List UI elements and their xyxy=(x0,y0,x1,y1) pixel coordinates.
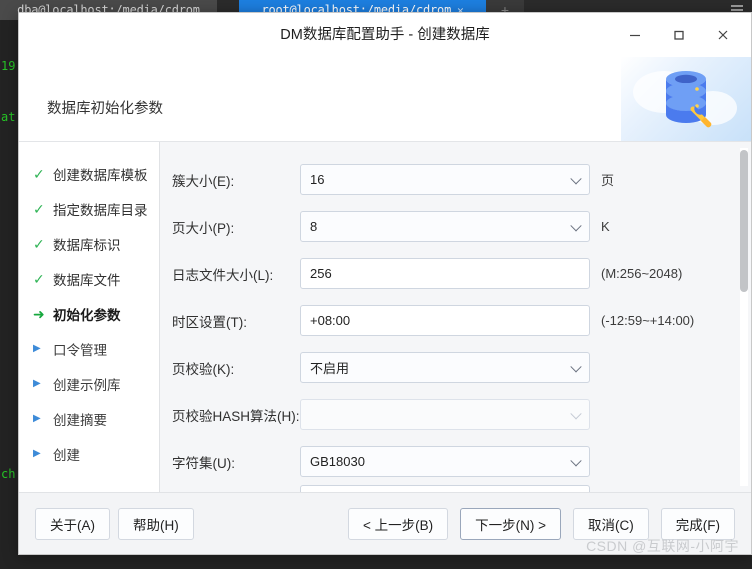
sidebar-item-database-files[interactable]: ✓ 数据库文件 xyxy=(19,261,159,296)
label-page-check: 页校验(K): xyxy=(172,361,235,377)
dialog-content: ✓ 创建数据库模板 ✓ 指定数据库目录 ✓ 数据库标识 ✓ 数据库文件 ➜ 初始… xyxy=(19,141,751,492)
triangle-right-icon: ▶ xyxy=(33,342,41,354)
field-row-charset: 字符集(U): GB18030 xyxy=(160,438,737,485)
header-artwork xyxy=(621,57,751,141)
label-cluster-size: 簇大小(E): xyxy=(172,173,235,189)
label-charset: 字符集(U): xyxy=(172,455,235,471)
about-button[interactable]: 关于(A) xyxy=(35,507,110,540)
scrollbar-thumb[interactable] xyxy=(740,150,748,292)
arrow-right-icon: ➜ xyxy=(33,305,45,322)
sidebar-item-create[interactable]: ▶ 创建 xyxy=(19,436,159,471)
field-row-page-check: 页校验(K): 不启用 xyxy=(160,344,737,391)
page-title: 数据库初始化参数 xyxy=(47,101,163,117)
maximize-icon[interactable] xyxy=(657,17,701,53)
init-params-form: 簇大小(E): 16 页 页大小(P): 8 K 日志文件大小(L): 256 … xyxy=(160,142,751,492)
unit-page-size: K xyxy=(601,219,610,234)
page-check-combo[interactable]: 不启用 xyxy=(300,352,590,383)
field-row-page-size: 页大小(P): 8 K xyxy=(160,203,737,250)
field-row-partial-next xyxy=(160,485,737,492)
sidebar-item-password-management[interactable]: ▶ 口令管理 xyxy=(19,331,159,366)
label-page-check-hash: 页校验HASH算法(H): xyxy=(172,408,300,424)
timezone-value: +08:00 xyxy=(310,313,351,328)
label-timezone: 时区设置(T): xyxy=(172,314,247,330)
check-icon: ✓ xyxy=(33,200,45,217)
window-controls xyxy=(613,13,751,57)
label-log-file-size: 日志文件大小(L): xyxy=(172,267,274,283)
next-button[interactable]: 下一步(N) > xyxy=(460,507,561,540)
sidebar-item-label: 创建摘要 xyxy=(53,412,107,428)
page-check-hash-combo[interactable] xyxy=(300,399,590,430)
sidebar-item-label: 创建数据库模板 xyxy=(53,167,148,183)
unit-log-file-size: (M:256~2048) xyxy=(601,266,683,281)
cluster-size-combo[interactable]: 16 xyxy=(300,164,590,195)
finish-button[interactable]: 完成(F) xyxy=(660,507,735,540)
sidebar-item-create-summary[interactable]: ▶ 创建摘要 xyxy=(19,401,159,436)
sidebar-item-create-template[interactable]: ✓ 创建数据库模板 xyxy=(19,156,159,191)
help-button[interactable]: 帮助(H) xyxy=(118,507,194,540)
page-size-combo[interactable]: 8 xyxy=(300,211,590,242)
field-row-timezone: 时区设置(T): +08:00 (-12:59~+14:00) xyxy=(160,297,737,344)
timezone-input[interactable]: +08:00 xyxy=(300,305,590,336)
partial-next-input[interactable] xyxy=(300,485,590,492)
field-row-log-file-size: 日志文件大小(L): 256 (M:256~2048) xyxy=(160,250,737,297)
sidebar-item-label: 数据库文件 xyxy=(53,272,121,288)
sidebar-item-label: 初始化参数 xyxy=(53,307,121,323)
check-icon: ✓ xyxy=(33,270,45,287)
form-scroll-region: 簇大小(E): 16 页 页大小(P): 8 K 日志文件大小(L): 256 … xyxy=(160,142,737,492)
check-icon: ✓ xyxy=(33,165,45,182)
check-icon: ✓ xyxy=(33,235,45,252)
close-icon[interactable] xyxy=(701,17,745,53)
triangle-right-icon: ▶ xyxy=(33,447,41,459)
sidebar-item-label: 数据库标识 xyxy=(53,237,121,253)
cancel-button[interactable]: 取消(C) xyxy=(573,507,649,540)
chevron-down-icon xyxy=(570,360,582,372)
charset-value: GB18030 xyxy=(310,454,365,469)
sidebar-item-label: 创建 xyxy=(53,447,80,463)
sidebar-item-init-params[interactable]: ➜ 初始化参数 xyxy=(19,296,159,331)
triangle-right-icon: ▶ xyxy=(33,377,41,389)
sidebar-item-label: 口令管理 xyxy=(53,342,107,358)
log-file-size-input[interactable]: 256 xyxy=(300,258,590,289)
hamburger-bar-1 xyxy=(731,5,743,7)
chevron-down-icon xyxy=(570,219,582,231)
dialog-footer: 关于(A) 帮助(H) < 上一步(B) 下一步(N) > 取消(C) 完成(F… xyxy=(19,492,751,554)
unit-cluster-size: 页 xyxy=(601,173,615,188)
footer-right-buttons: < 上一步(B) 下一步(N) > 取消(C) 完成(F) xyxy=(347,507,735,540)
sidebar-item-database-identity[interactable]: ✓ 数据库标识 xyxy=(19,226,159,261)
field-row-page-check-hash: 页校验HASH算法(H): xyxy=(160,391,737,438)
dialog-titlebar[interactable]: DM数据库配置助手 - 创建数据库 xyxy=(19,13,751,57)
page-size-value: 8 xyxy=(310,219,318,234)
sidebar-item-create-sample-db[interactable]: ▶ 创建示例库 xyxy=(19,366,159,401)
minimize-icon[interactable] xyxy=(613,17,657,53)
cluster-size-value: 16 xyxy=(310,172,325,187)
label-page-size: 页大小(P): xyxy=(172,220,235,236)
chevron-down-icon xyxy=(570,407,582,419)
dialog-header: 数据库初始化参数 xyxy=(19,57,751,141)
triangle-right-icon: ▶ xyxy=(33,412,41,424)
sidebar-item-label: 创建示例库 xyxy=(53,377,121,393)
hamburger-bar-2 xyxy=(731,9,743,11)
chevron-down-icon xyxy=(570,454,582,466)
form-vertical-scrollbar[interactable] xyxy=(740,148,748,486)
sidebar-item-database-directory[interactable]: ✓ 指定数据库目录 xyxy=(19,191,159,226)
page-check-value: 不启用 xyxy=(310,361,350,376)
sidebar-item-label: 指定数据库目录 xyxy=(53,202,148,218)
wizard-steps-sidebar: ✓ 创建数据库模板 ✓ 指定数据库目录 ✓ 数据库标识 ✓ 数据库文件 ➜ 初始… xyxy=(19,142,160,492)
dm-dbca-dialog: DM数据库配置助手 - 创建数据库 数据库初始化参数 ✓ 创建数据库模板 ✓ 指… xyxy=(18,12,752,555)
unit-timezone: (-12:59~+14:00) xyxy=(601,313,695,328)
charset-combo[interactable]: GB18030 xyxy=(300,446,590,477)
chevron-down-icon xyxy=(570,172,582,184)
previous-button[interactable]: < 上一步(B) xyxy=(347,507,449,540)
footer-left-buttons: 关于(A) 帮助(H) xyxy=(35,507,194,540)
log-file-size-value: 256 xyxy=(310,266,332,281)
field-row-cluster-size: 簇大小(E): 16 页 xyxy=(160,156,737,203)
database-stack-wrench-icon xyxy=(666,71,712,128)
